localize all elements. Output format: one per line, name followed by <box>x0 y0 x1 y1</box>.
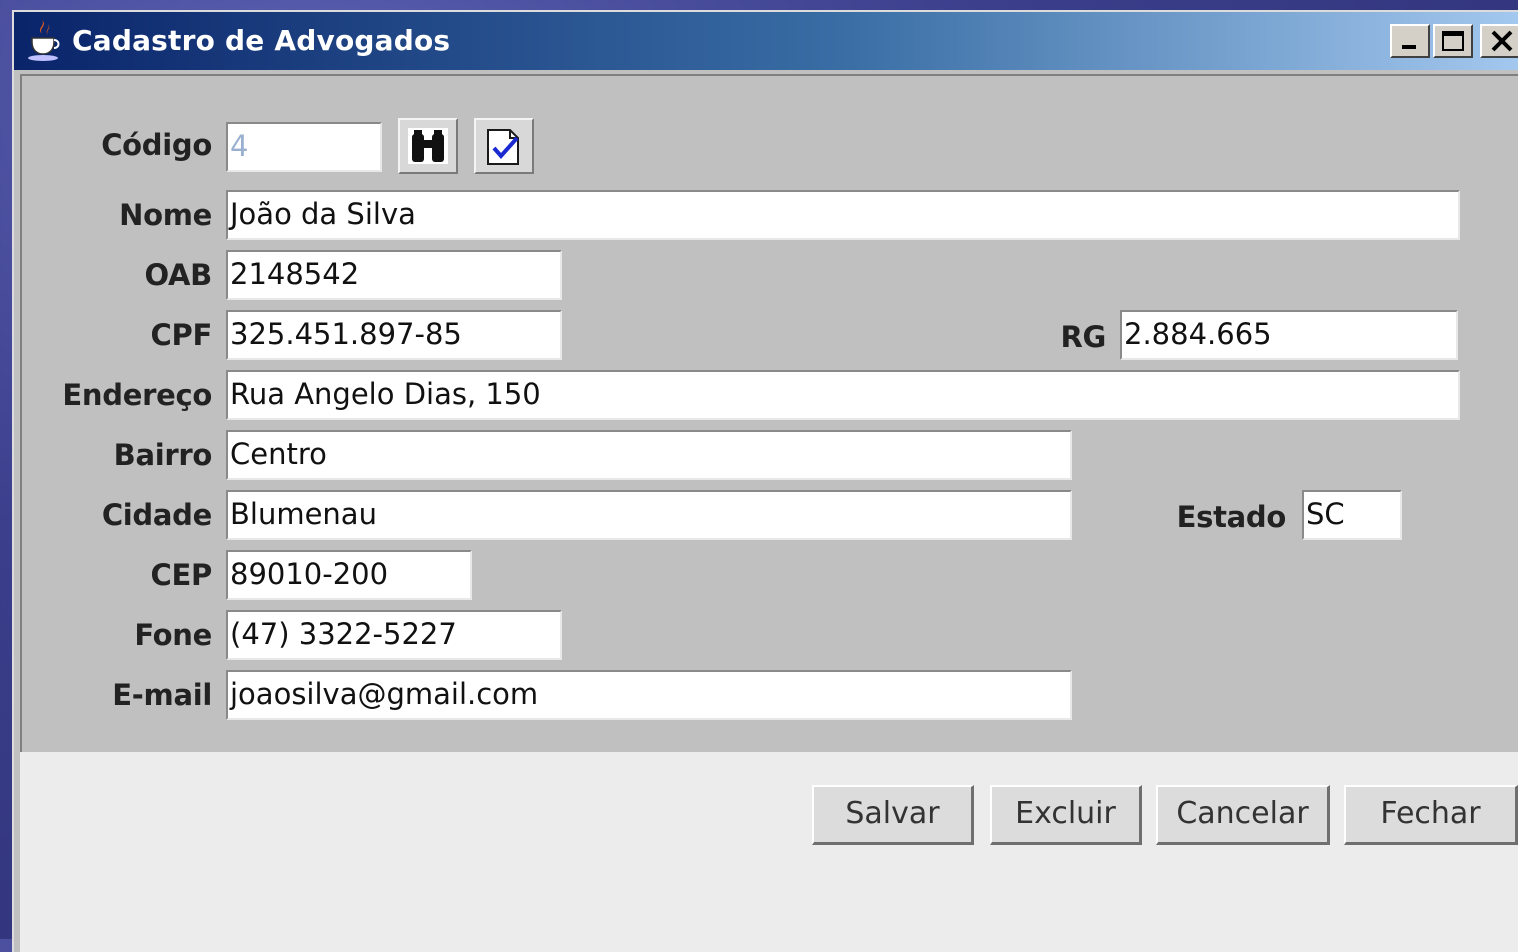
email-label: E-mail <box>112 678 212 712</box>
cep-label: CEP <box>150 558 213 592</box>
document-check-icon <box>487 129 519 165</box>
maximize-icon <box>1442 31 1464 51</box>
form-panel: Código 4 Nome João da Silva OAB 2148542 <box>20 74 1518 754</box>
cep-field[interactable]: 89010-200 <box>226 550 472 600</box>
rg-label: RG <box>1060 320 1106 354</box>
minimize-icon <box>1402 45 1416 49</box>
binoculars-icon <box>408 128 448 164</box>
codigo-field[interactable]: 4 <box>226 122 382 172</box>
bairro-field[interactable]: Centro <box>226 430 1072 480</box>
minimize-button[interactable] <box>1390 24 1430 58</box>
rg-field[interactable]: 2.884.665 <box>1120 310 1458 360</box>
fechar-button[interactable]: Fechar <box>1344 785 1518 845</box>
cpf-label: CPF <box>150 318 213 352</box>
close-button[interactable] <box>1480 24 1518 58</box>
cadastro-window: Cadastro de Advogados Código 4 Nome João… <box>12 10 1518 952</box>
window-title: Cadastro de Advogados <box>72 24 451 57</box>
fone-label: Fone <box>134 618 212 652</box>
maximize-button[interactable] <box>1433 24 1473 58</box>
java-cup-icon[interactable] <box>24 18 66 62</box>
cidade-label: Cidade <box>101 498 212 532</box>
title-bar[interactable]: Cadastro de Advogados <box>14 12 1518 70</box>
bairro-label: Bairro <box>113 438 213 472</box>
button-panel: Salvar Excluir Cancelar Fechar <box>20 752 1518 952</box>
fone-field[interactable]: (47) 3322-5227 <box>226 610 562 660</box>
oab-field[interactable]: 2148542 <box>226 250 562 300</box>
cpf-field[interactable]: 325.451.897-85 <box>226 310 562 360</box>
close-icon <box>1491 30 1513 52</box>
endereco-field[interactable]: Rua Angelo Dias, 150 <box>226 370 1460 420</box>
email-field[interactable]: joaosilva@gmail.com <box>226 670 1072 720</box>
search-button[interactable] <box>398 118 458 174</box>
nome-field[interactable]: João da Silva <box>226 190 1460 240</box>
cidade-field[interactable]: Blumenau <box>226 490 1072 540</box>
oab-label: OAB <box>144 258 212 292</box>
endereco-label: Endereço <box>62 378 212 412</box>
salvar-button[interactable]: Salvar <box>812 785 974 845</box>
excluir-button[interactable]: Excluir <box>990 785 1142 845</box>
estado-field[interactable]: SC <box>1302 490 1402 540</box>
codigo-label: Código <box>101 128 212 162</box>
confirm-button[interactable] <box>474 118 534 174</box>
estado-label: Estado <box>1176 500 1287 534</box>
cancelar-button[interactable]: Cancelar <box>1156 785 1330 845</box>
nome-label: Nome <box>119 198 212 232</box>
